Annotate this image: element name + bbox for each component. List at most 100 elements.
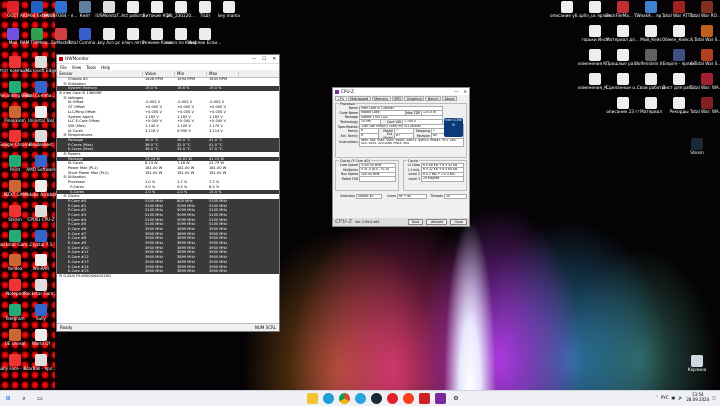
tab-graphics[interactable]: Graphics <box>404 96 425 101</box>
language-indicator[interactable]: РУС <box>661 395 669 400</box>
tab-bench[interactable]: Bench <box>425 96 441 101</box>
minimize-button[interactable]: — <box>252 57 257 62</box>
taskbar: ⊞ ⌕ ▭ ⚙ ˄ РУС ▣ 🔈 13:54 28.09.2024 ▢ <box>0 390 720 406</box>
selection-dropdown[interactable]: Socket #1 <box>356 193 382 200</box>
sensor-name: E-Core #15 <box>68 269 89 274</box>
desktop-icon-18-icon <box>199 28 211 40</box>
desktop-icon-1-icon <box>31 1 43 13</box>
sensor-name: E-Core #12 <box>68 255 89 260</box>
taskview-icon[interactable]: ▭ <box>35 393 46 404</box>
desktop-left-icon-17-icon <box>35 254 47 267</box>
settings-icon[interactable]: ⚙ <box>451 393 462 404</box>
hwmonitor-sensor-tree[interactable]: Chassis #1 1628 RPM 1494 RPM 1645 RPM ⊟ Util… <box>57 77 279 323</box>
telegram-icon[interactable] <box>354 393 366 404</box>
desktop-right-icon-3-icon <box>645 1 657 13</box>
start-button[interactable]: ⊞ <box>3 393 14 404</box>
desktop-left-icon-3-icon <box>35 80 47 93</box>
desktop-left-icon-11-label: Adobe Acrobat <box>25 192 57 197</box>
desktop-icon-10-icon <box>7 28 19 40</box>
hwmonitor-window[interactable]: HWMonitor — ☐ ✕ File View Tools Help Sen… <box>56 54 280 332</box>
menu-tools[interactable]: Tools <box>86 65 96 70</box>
desktop-left-icon-21-icon <box>35 304 47 316</box>
desktop-icon-3-icon <box>79 1 91 13</box>
close-button[interactable]: ✕ <box>272 57 276 62</box>
sensor-name: Powers <box>67 152 81 156</box>
desktop-icon-9-label: key mama <box>218 13 240 18</box>
notification-icon[interactable]: ▢ <box>712 395 716 400</box>
column-min[interactable]: Min <box>175 71 207 76</box>
desktop-icon-11-icon <box>31 28 43 40</box>
sensor-name: System Agent <box>68 114 94 119</box>
sensor-max <box>207 274 239 279</box>
desktop-left-icon-10-icon <box>9 180 21 192</box>
maximize-button[interactable]: ☐ <box>262 57 266 62</box>
sensor-name: P-Cores <box>70 184 84 189</box>
desktop-right-icon-26[interactable]: Корзина <box>680 355 714 385</box>
desktop-icon-6-icon <box>151 1 163 13</box>
intel-core-logo: intel CORE i5 <box>444 118 463 137</box>
tab-memory[interactable]: Memory <box>371 96 391 101</box>
menu-help[interactable]: Help <box>101 65 110 70</box>
sensor-name: P-Core #3 <box>68 212 87 217</box>
sensor-name: Package <box>68 137 83 142</box>
sensor-name: P-Core #1 <box>68 203 87 208</box>
sensor-name: IA Cores <box>68 128 83 133</box>
chrome-icon[interactable] <box>338 393 350 404</box>
cpuz-close-button[interactable]: ✕ <box>463 89 467 94</box>
tab-mainboard[interactable]: Mainboard <box>347 96 371 101</box>
desktop-right-icon-25-icon <box>691 138 703 150</box>
column-max[interactable]: Max <box>207 71 239 76</box>
desktop-left-icon-3-label: Total Commander <box>24 92 58 98</box>
sensor-name: P-Core #2 <box>68 208 87 213</box>
desktop-icon-8-icon <box>199 1 211 13</box>
opera-icon[interactable] <box>386 393 398 404</box>
validate-button[interactable]: Validate <box>426 218 448 226</box>
tools-button[interactable]: Tools <box>407 218 424 226</box>
desktop-left-icon-25[interactable]: StarBall - ярлык <box>24 353 58 384</box>
sensor-name: Chassis #1 <box>68 77 89 81</box>
menu-file[interactable]: File <box>60 65 67 70</box>
desktop-left-icon-16-icon <box>9 254 21 267</box>
desktop-left-icon-15-label: Crystal 7.1 <box>29 241 53 247</box>
desktop-left-icon-21-label: Sally <box>35 316 47 321</box>
steam-icon[interactable] <box>370 393 382 404</box>
desktop-right-icon-26-icon <box>691 355 703 367</box>
desktop-right-icon-25[interactable]: Steam <box>680 138 714 168</box>
label-package: Package <box>344 115 358 120</box>
column-sensor[interactable]: Sensor <box>57 71 143 76</box>
tray-chevron-icon[interactable]: ˄ <box>656 395 658 400</box>
desktop-left-icon-12-icon <box>9 204 21 217</box>
network-icon[interactable]: ▣ <box>672 395 676 400</box>
menu-view[interactable]: View <box>72 65 82 70</box>
sensor-name: Clocks <box>67 194 80 199</box>
desktop-icon-2-icon <box>55 1 67 13</box>
sensor-row[interactable]: ⊟ G.Skill F5-6000J3440G16G <box>57 274 279 279</box>
clock[interactable]: 13:54 28.09.2024 <box>686 392 709 402</box>
close-button-cpuz[interactable]: Close <box>450 218 467 226</box>
search-icon[interactable]: ⌕ <box>19 393 30 404</box>
column-value[interactable]: Value <box>143 71 175 76</box>
file-explorer-icon[interactable] <box>306 393 318 404</box>
hwmonitor-titlebar[interactable]: HWMonitor — ☐ ✕ <box>57 55 279 64</box>
desktop-right-icon-24[interactable]: Total War: WARHAMM... <box>690 97 720 127</box>
label-stepping: Stepping <box>415 129 430 134</box>
edge-icon[interactable] <box>322 393 334 404</box>
sensor-name: IA Offset <box>68 100 84 105</box>
volume-icon[interactable]: 🔈 <box>678 395 683 400</box>
sensor-name: E-Core #7 <box>68 231 87 236</box>
sensor-name: P-Core #5 <box>68 222 87 227</box>
sensor-name: LLC/Ring Offset <box>68 109 96 114</box>
tab-about[interactable]: About <box>441 96 457 101</box>
hwmonitor-taskbar-icon[interactable] <box>418 393 430 404</box>
yandex-icon[interactable] <box>402 393 414 404</box>
desktop-icon-9[interactable]: key mama <box>212 1 246 31</box>
desktop-left-icon-18-icon <box>9 279 21 292</box>
cpuz-window[interactable]: CPU-Z — ✕ CPU Mainboard Memory SPD Graph… <box>332 87 470 227</box>
cpuz-titlebar[interactable]: CPU-Z — ✕ <box>333 88 469 95</box>
cpuz-taskbar-icon[interactable] <box>434 393 446 404</box>
tab-spd[interactable]: SPD <box>391 96 404 101</box>
desktop-left-icon-9-label: AMD Software <box>26 167 56 173</box>
cpuz-minimize-button[interactable]: — <box>454 89 458 94</box>
desktop-left-icon-6-icon <box>9 130 21 143</box>
tab-cpu[interactable]: CPU <box>335 96 347 101</box>
